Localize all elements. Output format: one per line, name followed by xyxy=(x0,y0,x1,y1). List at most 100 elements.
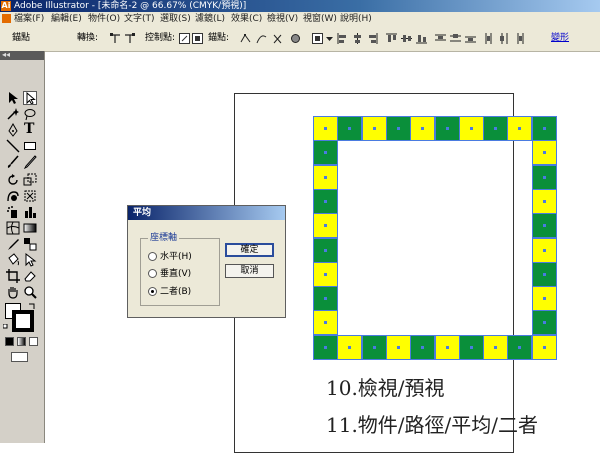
swap-fill-stroke-icon[interactable] xyxy=(28,302,36,310)
frame-tile[interactable] xyxy=(313,213,338,239)
frame-tile[interactable] xyxy=(313,334,338,360)
anchor-point-marker[interactable] xyxy=(421,127,425,130)
anchor-point-marker[interactable] xyxy=(518,127,522,130)
anchor-point-marker[interactable] xyxy=(542,199,546,203)
dialog-title-bar[interactable]: 平均 xyxy=(128,206,285,220)
anchor-point-marker[interactable] xyxy=(542,345,546,349)
distribute-bottom-icon[interactable] xyxy=(465,33,476,44)
mesh-tool-icon[interactable] xyxy=(6,221,20,235)
frame-tile[interactable] xyxy=(337,116,363,141)
frame-tile[interactable] xyxy=(531,334,557,360)
radio-vertical-button[interactable] xyxy=(148,269,157,278)
frame-tile[interactable] xyxy=(361,334,387,360)
eyedropper-tool-icon[interactable] xyxy=(6,237,20,251)
menu-help[interactable]: 說明(H) xyxy=(340,12,372,26)
column-graph-tool-icon[interactable] xyxy=(23,205,37,219)
menu-effect[interactable]: 效果(C) xyxy=(231,12,262,26)
anchor-point-marker[interactable] xyxy=(542,151,546,155)
distribute-horizontal-center-icon[interactable] xyxy=(499,33,510,44)
anchor-point-marker[interactable] xyxy=(396,127,400,130)
scale-tool-icon[interactable] xyxy=(23,173,37,187)
frame-tile[interactable] xyxy=(531,237,557,263)
cancel-button[interactable]: 取消 xyxy=(225,264,274,278)
direct-selection-tool-icon[interactable] xyxy=(23,91,37,105)
frame-tile[interactable] xyxy=(531,261,557,287)
live-paint-bucket-tool-icon[interactable] xyxy=(6,253,20,267)
menu-edit[interactable]: 編輯(E) xyxy=(51,12,82,26)
frame-tile[interactable] xyxy=(507,334,533,360)
anchor-point-marker[interactable] xyxy=(469,127,473,130)
frame-tile[interactable] xyxy=(385,334,411,360)
frame-tile[interactable] xyxy=(361,116,387,141)
frame-tile[interactable] xyxy=(313,116,338,141)
frame-tile[interactable] xyxy=(531,164,557,190)
frame-tile[interactable] xyxy=(313,310,338,336)
distribute-vertical-center-icon[interactable] xyxy=(450,33,461,44)
frame-tile[interactable] xyxy=(434,116,460,141)
anchor-point-marker[interactable] xyxy=(348,127,352,130)
hide-handles-icon[interactable] xyxy=(192,33,203,44)
anchor-point-marker[interactable] xyxy=(348,345,352,349)
frame-tile[interactable] xyxy=(531,188,557,214)
default-fill-stroke-icon[interactable] xyxy=(3,324,9,330)
cut-path-icon[interactable] xyxy=(272,33,283,44)
collapse-panel-icon[interactable]: ◂◂ xyxy=(2,50,10,60)
remove-anchor-icon[interactable] xyxy=(240,33,251,44)
anchor-point-marker[interactable] xyxy=(445,127,449,130)
line-segment-tool-icon[interactable] xyxy=(6,139,20,153)
menu-window[interactable]: 視窗(W) xyxy=(303,12,337,26)
menu-type[interactable]: 文字(T) xyxy=(124,12,155,26)
radio-horizontal-button[interactable] xyxy=(148,252,157,261)
symbol-sprayer-tool-icon[interactable] xyxy=(6,205,20,219)
anchor-point-marker[interactable] xyxy=(372,127,376,130)
anchor-point-marker[interactable] xyxy=(542,321,546,325)
align-right-icon[interactable] xyxy=(367,33,378,44)
magic-wand-tool-icon[interactable] xyxy=(6,107,20,121)
document-icon[interactable] xyxy=(2,14,11,23)
menu-view[interactable]: 檢視(V) xyxy=(267,12,298,26)
gradient-tool-icon[interactable] xyxy=(23,221,37,235)
distribute-top-icon[interactable] xyxy=(435,33,446,44)
selection-tool-icon[interactable] xyxy=(6,91,20,105)
screen-mode-button[interactable] xyxy=(11,352,28,362)
frame-tile[interactable] xyxy=(531,140,557,166)
anchor-point-marker[interactable] xyxy=(421,345,425,349)
ok-button[interactable]: 確定 xyxy=(225,243,274,257)
anchor-point-marker[interactable] xyxy=(542,127,546,130)
frame-tile[interactable] xyxy=(507,116,533,141)
align-left-icon[interactable] xyxy=(337,33,348,44)
anchor-point-marker[interactable] xyxy=(324,345,327,349)
frame-tile[interactable] xyxy=(531,213,557,239)
menu-object[interactable]: 物件(O) xyxy=(88,12,120,26)
rotate-tool-icon[interactable] xyxy=(6,173,20,187)
show-handles-icon[interactable] xyxy=(179,33,190,44)
crop-area-tool-icon[interactable] xyxy=(6,269,20,283)
live-paint-selection-tool-icon[interactable] xyxy=(23,253,37,267)
frame-tile[interactable] xyxy=(385,116,411,141)
connect-anchors-icon[interactable] xyxy=(256,33,267,44)
frame-tile[interactable] xyxy=(313,286,338,312)
frame-tile[interactable] xyxy=(531,310,557,336)
align-horizontal-center-icon[interactable] xyxy=(352,33,363,44)
align-vertical-center-icon[interactable] xyxy=(401,33,412,44)
hand-tool-icon[interactable] xyxy=(6,285,20,299)
pencil-tool-icon[interactable] xyxy=(23,155,37,169)
anchor-point-marker[interactable] xyxy=(396,345,400,349)
anchor-point-marker[interactable] xyxy=(324,224,327,228)
distribute-left-icon[interactable] xyxy=(484,33,495,44)
frame-tile[interactable] xyxy=(531,286,557,312)
radio-both-button[interactable] xyxy=(148,287,157,296)
anchor-point-marker[interactable] xyxy=(324,151,327,155)
convert-to-smooth-icon[interactable] xyxy=(124,33,135,44)
frame-tile[interactable] xyxy=(458,116,484,141)
transform-link[interactable]: 變形 xyxy=(551,26,569,51)
lasso-tool-icon[interactable] xyxy=(23,107,37,121)
frame-tile[interactable] xyxy=(458,334,484,360)
anchor-point-marker[interactable] xyxy=(518,345,522,349)
isolate-icon[interactable] xyxy=(290,33,301,44)
gradient-mode-button[interactable] xyxy=(17,337,26,346)
rectangle-tool-icon[interactable] xyxy=(23,139,37,153)
align-bottom-icon[interactable] xyxy=(416,33,427,44)
menu-file[interactable]: 檔案(F) xyxy=(14,12,44,26)
anchor-point-marker[interactable] xyxy=(542,248,546,252)
